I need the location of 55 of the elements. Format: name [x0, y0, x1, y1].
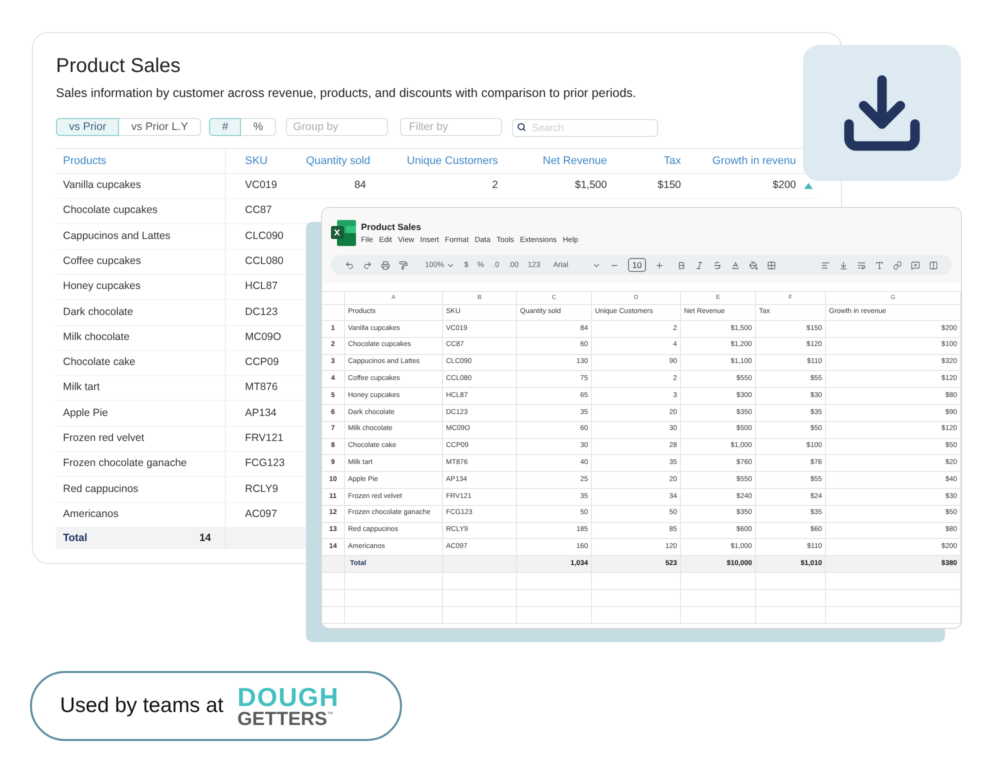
- table-cell: AC097: [245, 508, 278, 520]
- table-cell-text: Chocolate cake: [63, 355, 136, 370]
- table-cell: MT876: [245, 381, 278, 394]
- table-cell-text: Coffee cupcakes: [63, 254, 142, 269]
- column-header: Net Revenue: [542, 154, 607, 166]
- report-title: Product Sales: [56, 54, 182, 79]
- spreadsheet-title: Product Sales: [361, 221, 422, 233]
- table-cell: $150: [658, 179, 681, 192]
- table-cell-text: Milk tart: [63, 380, 100, 396]
- badge-text: Used by teams at: [60, 693, 224, 720]
- filter-by-field[interactable]: Filter by: [400, 118, 502, 136]
- table-cell-text: Honey cupcakes: [63, 279, 141, 294]
- table-cell-text: Dark chocolate: [63, 304, 134, 320]
- report-subtitle: Sales information by customer across revenue, products, and discounts with comparison to prior periods.: [56, 85, 638, 102]
- column-header: SKU: [245, 154, 268, 166]
- logo-top-text: DOUGH: [237, 684, 340, 710]
- table-cell: AP134: [245, 406, 277, 419]
- table-cell-text: Chocolate cupcakes: [63, 203, 158, 218]
- table-cell: FCG123: [245, 457, 285, 470]
- total-label: Total: [63, 530, 88, 546]
- group-by-field[interactable]: Group by: [286, 118, 388, 136]
- logo-bottom-text: GETTERS: [237, 710, 328, 728]
- toggle-option[interactable]: %: [240, 118, 276, 136]
- total-count: 14: [199, 530, 211, 546]
- column-header: Products: [63, 154, 106, 168]
- table-cell: 2: [492, 179, 498, 192]
- table-cell-text: Cappucinos and Lattes: [63, 228, 170, 244]
- table-cell: 84: [354, 179, 366, 192]
- column-header: Unique Customers: [406, 154, 498, 166]
- table-cell: $200: [772, 179, 796, 192]
- column-header: Quantity sold: [306, 154, 370, 166]
- toggle-option[interactable]: #: [209, 118, 242, 136]
- table-cell: FRV121: [245, 432, 284, 444]
- table-cell: CCL080: [245, 254, 284, 267]
- table-cell: VC019: [245, 179, 278, 192]
- column-header: Tax: [664, 154, 681, 166]
- table-cell-text: Red cappucinos: [63, 482, 138, 497]
- table-cell-text: Frozen red velvet: [63, 430, 144, 446]
- toggle-option[interactable]: vs Prior: [56, 118, 120, 136]
- font-size-field[interactable]: 10: [628, 258, 646, 272]
- table-cell: DC123: [245, 306, 278, 318]
- table-cell-text: Apple Pie: [63, 406, 108, 421]
- column-header: Growth in revenu: [712, 154, 796, 166]
- table-cell: MC09O: [245, 330, 282, 343]
- table-cell: HCL87: [245, 280, 278, 292]
- table-cell: CCP09: [245, 356, 279, 368]
- table-cell: CLC090: [245, 230, 284, 242]
- table-cell: $1,500: [574, 179, 607, 192]
- table-cell: RCLY9: [245, 482, 278, 495]
- toggle-option[interactable]: vs Prior L.Y: [118, 118, 202, 136]
- table-cell: CC87: [245, 204, 272, 216]
- table-cell-text: Milk chocolate: [63, 330, 130, 345]
- table-cell-text: Frozen chocolate ganache: [63, 456, 187, 472]
- table-cell-text: Vanilla cupcakes: [63, 178, 142, 194]
- table-cell-text: Americanos: [63, 506, 118, 522]
